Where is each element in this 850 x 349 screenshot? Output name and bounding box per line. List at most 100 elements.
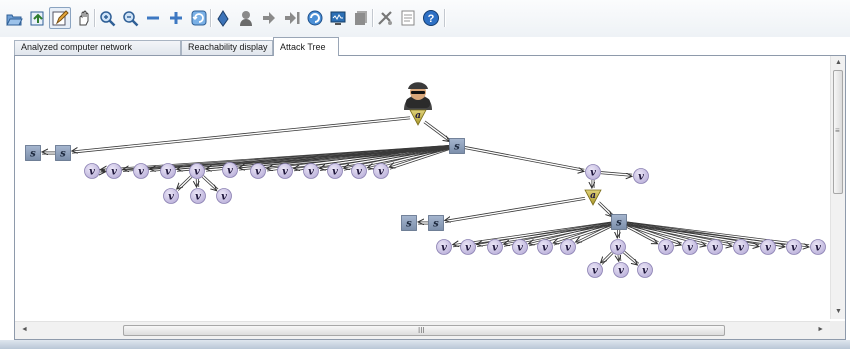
horizontal-scrollbar[interactable]: ◄ III ► — [15, 321, 830, 339]
vulnerability-node[interactable]: v — [613, 262, 629, 278]
document-stack-button[interactable] — [350, 7, 372, 29]
network-button[interactable] — [304, 7, 326, 29]
vulnerability-node[interactable]: v — [760, 239, 776, 255]
vulnerability-node[interactable]: v — [610, 239, 626, 255]
vulnerability-node[interactable]: v — [512, 239, 528, 255]
vulnerability-node[interactable]: v — [587, 262, 603, 278]
state-node[interactable]: s — [611, 214, 627, 230]
export-button[interactable] — [26, 7, 48, 29]
attacker-avatar-icon[interactable] — [404, 82, 432, 110]
node-label: v — [89, 167, 95, 178]
vulnerability-node[interactable]: v — [84, 163, 100, 179]
state-node[interactable]: s — [401, 215, 417, 231]
horizontal-scroll-thumb[interactable]: III — [123, 325, 725, 336]
node-label: v — [590, 168, 596, 179]
node-label: v — [465, 243, 471, 254]
node-label: v — [492, 243, 498, 254]
graph-edge — [72, 118, 411, 154]
collapse-minus-icon — [147, 16, 159, 20]
zoom-out-button[interactable] — [119, 7, 141, 29]
vulnerability-node[interactable]: v — [637, 262, 653, 278]
graph-canvas[interactable]: a s s s v v v v v v v v v v v v v v v v v a s s s v v v v v v v v v v v v v v v… — [15, 56, 830, 319]
hand-pan-button[interactable] — [72, 7, 94, 29]
node-label: v — [712, 243, 718, 254]
tab-attack-tree[interactable]: Attack Tree — [273, 37, 339, 56]
help-button[interactable]: ? — [420, 7, 442, 29]
state-node[interactable]: s — [25, 145, 41, 161]
refresh-button[interactable] — [188, 7, 210, 29]
vulnerability-node[interactable]: v — [189, 163, 205, 179]
notes-button[interactable] — [397, 7, 419, 29]
graph-edge — [445, 196, 585, 220]
vulnerability-node[interactable]: v — [190, 188, 206, 204]
expand-plus-button[interactable] — [165, 7, 187, 29]
vulnerability-node[interactable]: v — [682, 239, 698, 255]
graph-edge — [618, 255, 619, 261]
zoom-in-button[interactable] — [96, 7, 118, 29]
step-forward-button[interactable] — [258, 7, 280, 29]
vulnerability-node[interactable]: v — [303, 163, 319, 179]
marker-button[interactable] — [212, 7, 234, 29]
tab-label: Attack Tree — [280, 42, 326, 52]
vulnerability-node[interactable]: v — [250, 163, 266, 179]
scroll-up-icon[interactable]: ▲ — [835, 58, 842, 68]
edit-mode-button[interactable] — [49, 7, 71, 29]
vulnerability-node[interactable]: v — [216, 188, 232, 204]
tools-button[interactable] — [374, 7, 396, 29]
vertical-scroll-thumb[interactable]: ≡ — [833, 70, 843, 194]
node-label: s — [30, 149, 36, 160]
scroll-down-icon[interactable]: ▼ — [835, 307, 842, 317]
node-label: v — [815, 243, 821, 254]
vulnerability-node[interactable]: v — [537, 239, 553, 255]
vulnerability-node[interactable]: v — [327, 163, 343, 179]
tab-label: Reachability display — [188, 42, 268, 52]
vulnerability-node[interactable]: v — [585, 164, 601, 180]
node-label: v — [592, 266, 598, 277]
tab-analyzed-network[interactable]: Analyzed computer network — [14, 40, 181, 55]
vulnerability-node[interactable]: v — [133, 163, 149, 179]
node-label: v — [308, 167, 314, 178]
expand-plus-icon — [170, 12, 182, 24]
vulnerability-node[interactable]: v — [560, 239, 576, 255]
vulnerability-node[interactable]: v — [487, 239, 503, 255]
scroll-right-icon[interactable]: ► — [817, 325, 824, 335]
vulnerability-node[interactable]: v — [277, 163, 293, 179]
vulnerability-node[interactable]: v — [436, 239, 452, 255]
collapse-minus-button[interactable] — [142, 7, 164, 29]
attack-node[interactable]: a — [584, 189, 602, 206]
vulnerability-node[interactable]: v — [707, 239, 723, 255]
scroll-left-icon[interactable]: ◄ — [21, 325, 28, 335]
step-end-button[interactable] — [281, 7, 303, 29]
node-label: v — [565, 243, 571, 254]
graph-edge — [599, 201, 614, 216]
step-end-icon — [285, 12, 300, 24]
svg-text:?: ? — [428, 13, 435, 25]
monitor-button[interactable] — [327, 7, 349, 29]
tab-reachability-display[interactable]: Reachability display — [181, 40, 273, 55]
vulnerability-node[interactable]: v — [106, 163, 122, 179]
node-label: v — [168, 192, 174, 203]
vulnerability-node[interactable]: v — [351, 163, 367, 179]
node-label: v — [255, 167, 261, 178]
toolbar-separator — [94, 9, 95, 27]
vulnerability-node[interactable]: v — [163, 188, 179, 204]
vulnerability-node[interactable]: v — [810, 239, 826, 255]
vulnerability-node[interactable]: v — [160, 163, 176, 179]
node-label: a — [590, 191, 596, 201]
node-label: v — [441, 243, 447, 254]
vulnerability-node[interactable]: v — [786, 239, 802, 255]
vulnerability-node[interactable]: v — [460, 239, 476, 255]
attack-tree-panel: a s s s v v v v v v v v v v v v v v v v v a s s s v v v v v v v v v v v v v v v… — [14, 55, 846, 340]
attacker-button[interactable] — [235, 7, 257, 29]
vertical-scrollbar[interactable]: ▲ ≡ ▼ — [830, 56, 845, 319]
vulnerability-node[interactable]: v — [733, 239, 749, 255]
vulnerability-node[interactable]: v — [633, 168, 649, 184]
vulnerability-node[interactable]: v — [373, 163, 389, 179]
attack-node[interactable]: a — [409, 109, 427, 126]
vulnerability-node[interactable]: v — [222, 162, 238, 178]
open-folder-button[interactable] — [3, 7, 25, 29]
state-node[interactable]: s — [449, 138, 465, 154]
state-node[interactable]: s — [428, 215, 444, 231]
state-node[interactable]: s — [55, 145, 71, 161]
vulnerability-node[interactable]: v — [658, 239, 674, 255]
